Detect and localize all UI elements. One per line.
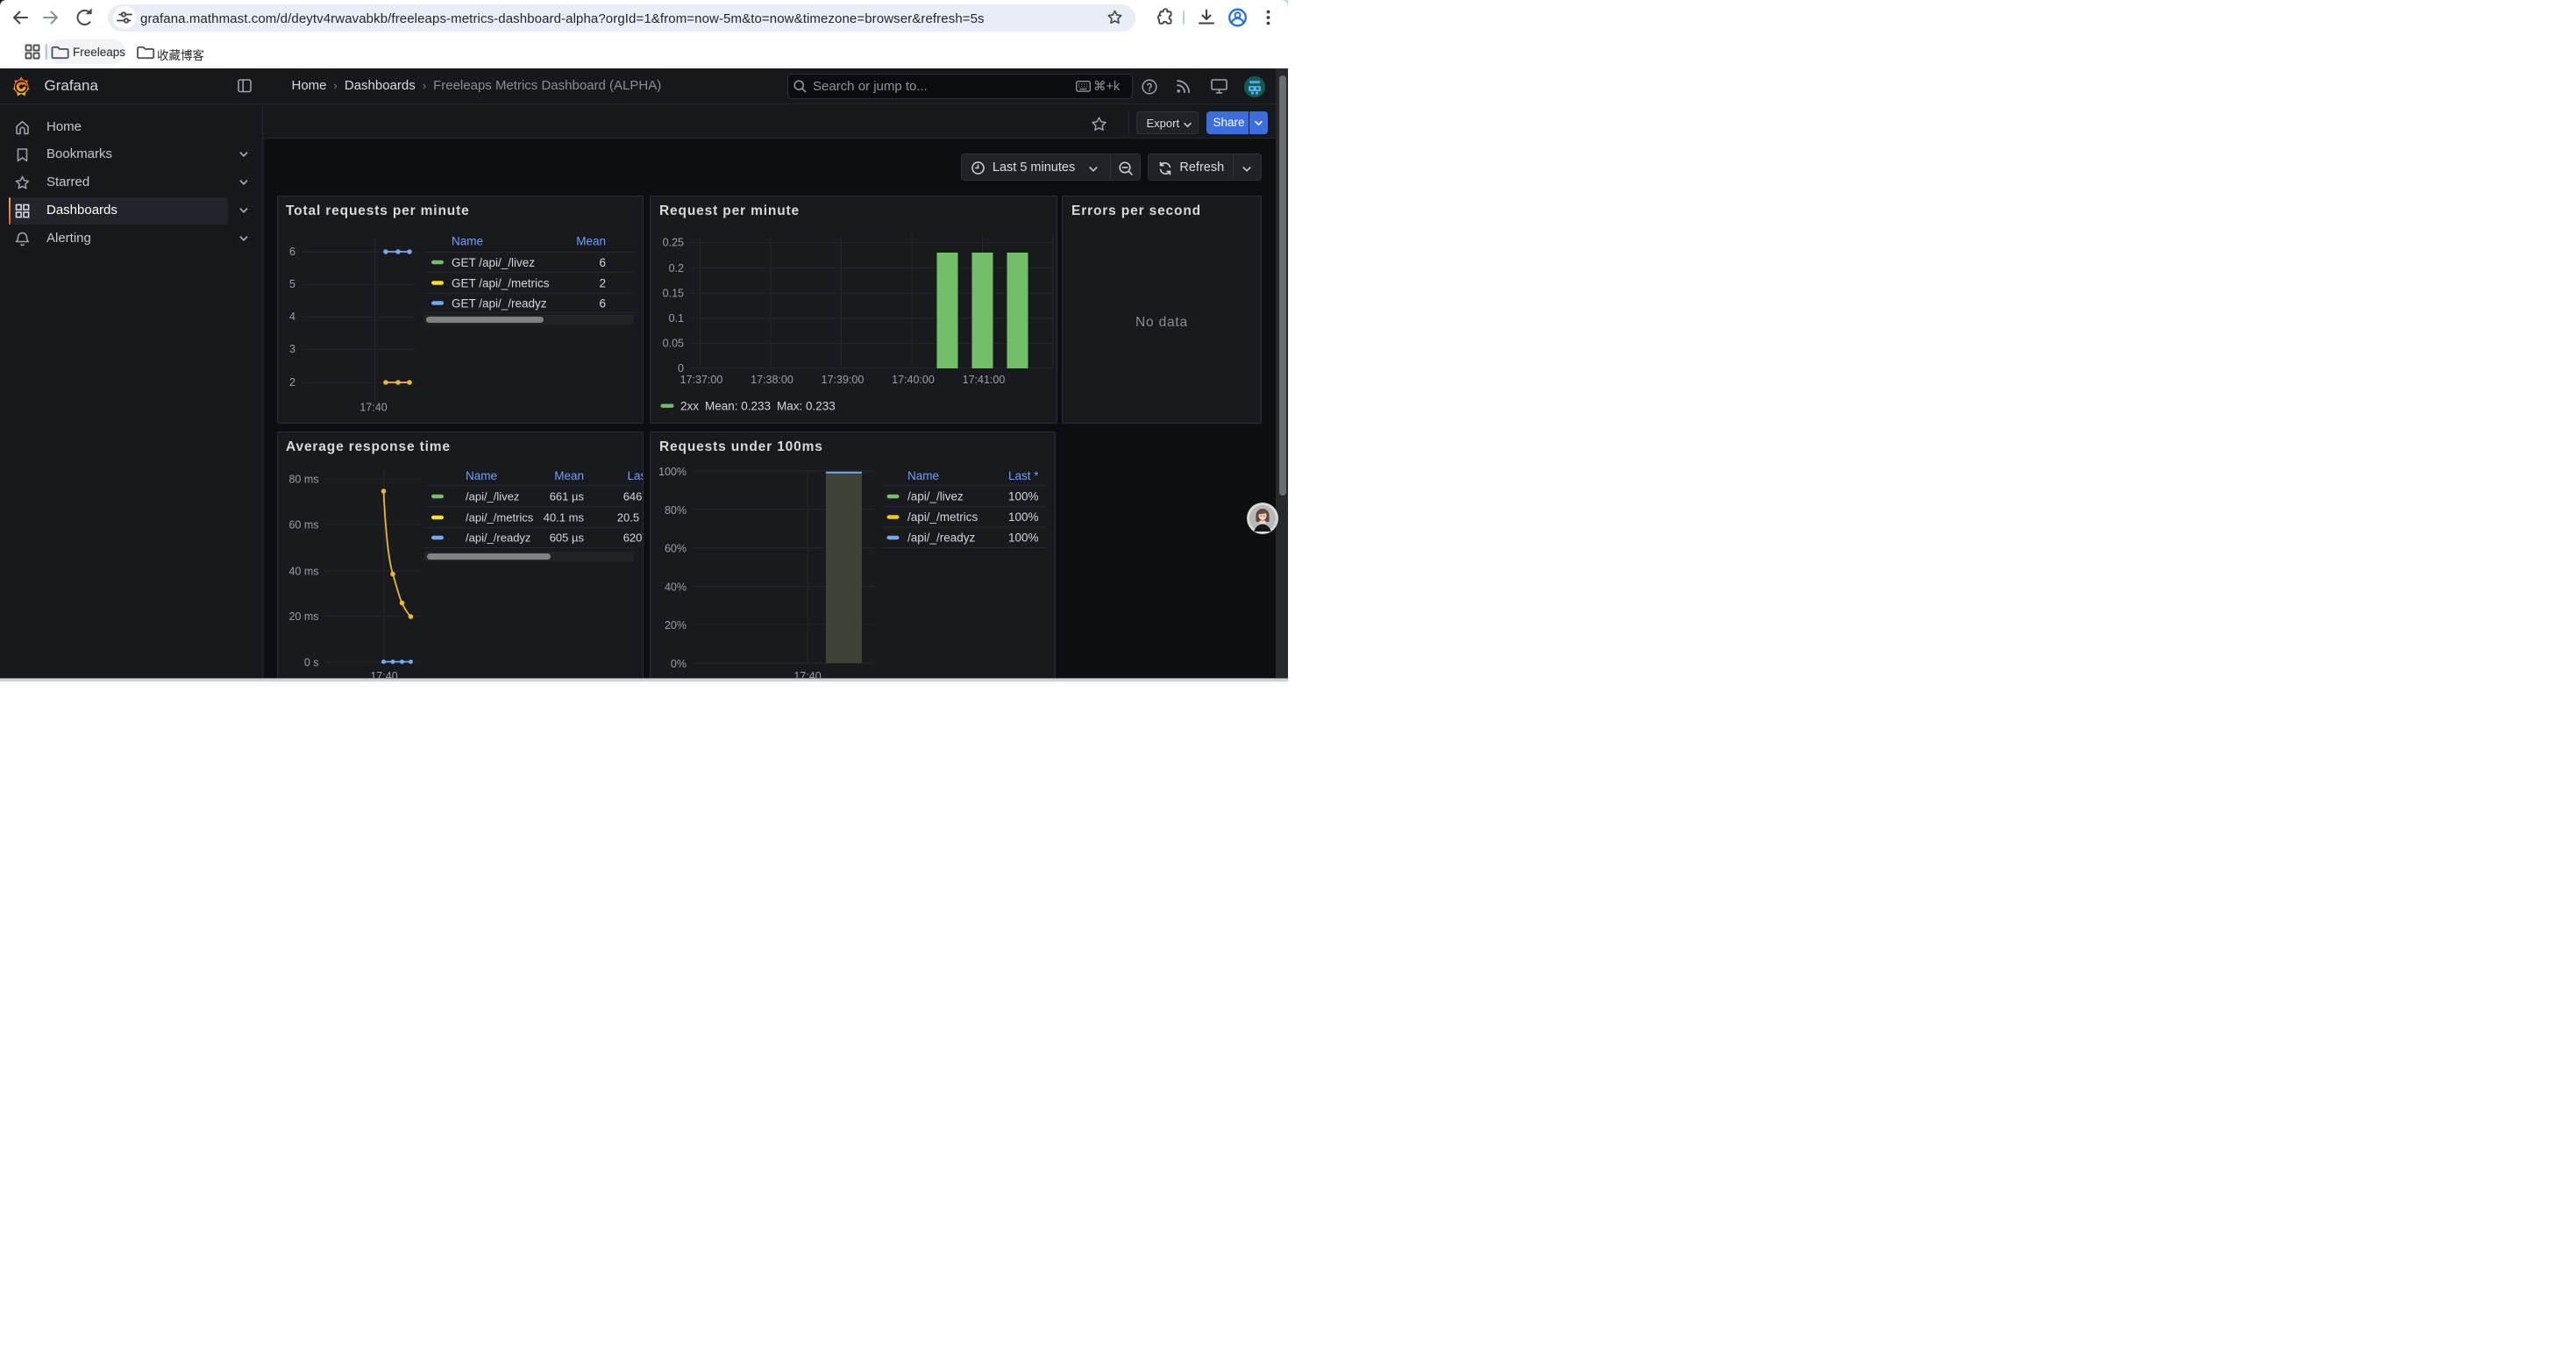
svg-text:Request per minute: Request per minute [659,203,800,218]
svg-text:620 µs: 620 µs [623,531,643,544]
svg-text:605 µs: 605 µs [550,531,585,544]
svg-text:Name: Name [907,469,939,482]
svg-text:0.1: 0.1 [668,312,683,325]
svg-text:/api/_/livez: /api/_/livez [466,489,519,503]
svg-text:4: 4 [289,310,295,323]
svg-text:0 s: 0 s [304,656,319,668]
svg-text:80 ms: 80 ms [288,473,318,485]
svg-text:Name: Name [466,469,497,482]
svg-text:GET /api/_/livez: GET /api/_/livez [452,256,535,269]
svg-text:17:40: 17:40 [359,402,387,414]
svg-text:/api/_/livez: /api/_/livez [907,489,964,503]
svg-text:60 ms: 60 ms [288,518,318,531]
svg-text:6: 6 [289,246,295,258]
svg-text:Mean: Mean [576,235,606,248]
svg-text:100%: 100% [1008,510,1039,524]
svg-text:/api/_/readyz: /api/_/readyz [466,531,530,544]
svg-text:Requests under 100ms: Requests under 100ms [659,439,823,454]
svg-text:/api/_/readyz: /api/_/readyz [907,531,976,544]
svg-text:0%: 0% [671,657,687,669]
svg-text:2xx: 2xx [680,400,699,413]
svg-text:Name: Name [452,235,483,248]
svg-text:Max: 0.233: Max: 0.233 [777,400,836,413]
svg-text:20.5 ms: 20.5 ms [617,510,643,524]
svg-text:5: 5 [289,278,295,290]
svg-text:0.15: 0.15 [662,288,683,300]
svg-text:20%: 20% [665,619,687,632]
svg-text:60%: 60% [665,542,687,554]
svg-text:100%: 100% [1008,531,1039,544]
svg-text:3: 3 [289,343,295,355]
svg-text:0.2: 0.2 [668,262,683,275]
svg-text:Last *: Last * [627,469,643,482]
svg-text:/api/_/metrics: /api/_/metrics [466,510,534,524]
svg-text:2: 2 [289,376,295,389]
svg-text:6: 6 [599,256,606,269]
svg-text:Last *: Last * [1008,469,1039,482]
svg-text:Mean: Mean [554,469,584,482]
svg-text:80%: 80% [665,503,687,516]
svg-text:661 µs: 661 µs [550,489,585,503]
svg-text:GET /api/_/readyz: GET /api/_/readyz [452,297,547,310]
svg-text:Average response time: Average response time [286,439,451,454]
svg-text:17:39:00: 17:39:00 [821,374,864,386]
svg-text:2: 2 [599,277,606,290]
svg-text:Total requests per minute: Total requests per minute [286,203,470,218]
svg-text:6: 6 [599,297,606,310]
svg-text:0.05: 0.05 [662,338,683,350]
svg-text:17:38:00: 17:38:00 [751,374,793,386]
svg-text:40.1 ms: 40.1 ms [544,510,585,524]
svg-text:17:37:00: 17:37:00 [680,374,722,386]
svg-text:GET /api/_/metrics: GET /api/_/metrics [452,277,550,290]
svg-text:17:40:00: 17:40:00 [892,374,935,386]
svg-text:17:41:00: 17:41:00 [962,374,1005,386]
svg-text:100%: 100% [658,466,687,478]
svg-text:40 ms: 40 ms [288,565,318,577]
svg-text:40%: 40% [665,581,687,593]
svg-text:0.25: 0.25 [662,237,683,249]
svg-text:100%: 100% [1008,489,1039,503]
svg-text:0: 0 [678,362,684,375]
svg-text:Mean: 0.233: Mean: 0.233 [705,400,771,413]
svg-text:646 µs: 646 µs [623,489,643,503]
svg-text:/api/_/metrics: /api/_/metrics [907,510,978,524]
svg-text:20 ms: 20 ms [288,610,318,623]
